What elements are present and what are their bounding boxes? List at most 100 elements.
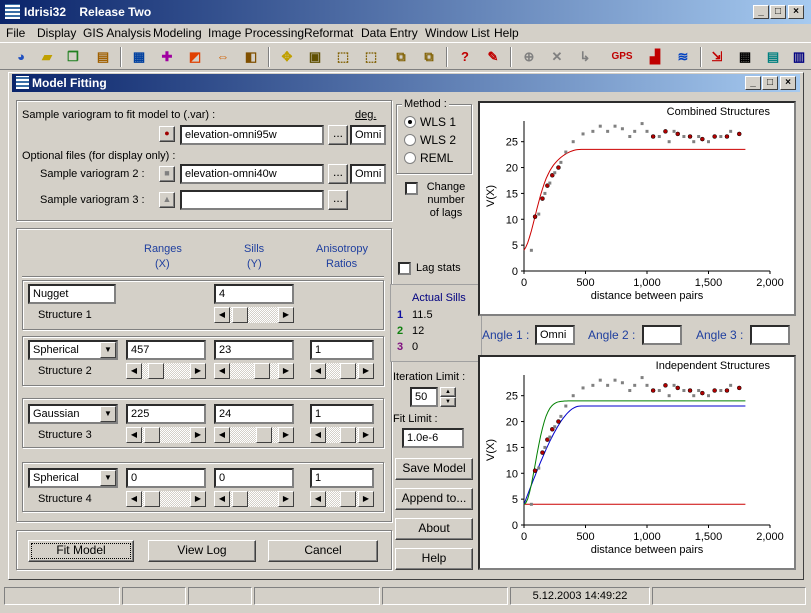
structure4-aniso-scrollbar[interactable]: ◀ ▶ [310,491,374,507]
menu-help[interactable]: Help [494,26,519,40]
menu-reformat[interactable]: Reformat [304,26,353,40]
menu-window-list[interactable]: Window List [425,26,490,40]
close-icon[interactable]: × [788,5,804,19]
maximize-icon[interactable]: □ [770,5,786,19]
overlay-icon[interactable]: ◧ [240,47,262,67]
dialog-maximize-icon[interactable]: □ [762,76,778,90]
structure4-aniso-input[interactable]: 1 [310,468,374,488]
arrow-icon[interactable]: ↳ [574,47,596,67]
structure3-sill-input[interactable]: 24 [214,404,294,424]
chevron-down-icon[interactable]: ▼ [100,342,116,358]
structure4-type-select[interactable]: Spherical ▼ [28,468,118,488]
structure3-aniso-scrollbar[interactable]: ◀ ▶ [310,427,374,443]
structure3-type-select[interactable]: Gaussian ▼ [28,404,118,424]
menu-modeling[interactable]: Modeling [153,26,202,40]
structure4-range-input[interactable]: 0 [126,468,206,488]
zoom-window-icon[interactable]: ✥ [276,47,298,67]
group-icon[interactable]: ⬚ [360,47,382,67]
wls1-radio[interactable] [404,116,416,128]
var1-input[interactable]: elevation-omni95w [180,125,324,145]
structure4-sill-scrollbar[interactable]: ◀ ▶ [214,491,294,507]
reml-radio[interactable] [404,152,416,164]
table-icon[interactable]: ▦ [734,47,756,67]
structure1-sill-input[interactable]: 4 [214,284,294,304]
about-button[interactable]: About [395,518,473,540]
structure4-range-scrollbar[interactable]: ◀ ▶ [126,491,206,507]
cancel-button[interactable]: Cancel [268,540,378,562]
waves-icon[interactable]: ≋ [672,47,694,67]
digitize-icon[interactable]: ✕ [546,47,568,67]
link-icon[interactable]: ⧉ [390,47,412,67]
chevron-down-icon[interactable]: ▼ [100,406,116,422]
palette-icon[interactable]: ◩ [184,47,206,67]
var2-input[interactable]: elevation-omni40w [180,164,324,184]
layers-icon[interactable]: ❐ [62,47,84,67]
save-model-button[interactable]: Save Model [395,458,473,480]
status-panel-7 [652,587,806,605]
header-divider [22,276,384,278]
structure3-range-scrollbar[interactable]: ◀ ▶ [126,427,206,443]
edit-icon[interactable]: ✎ [482,47,504,67]
select-icon[interactable]: ⬚ [332,47,354,67]
structure2-sill-input[interactable]: 23 [214,340,294,360]
gps-icon[interactable]: GPS [608,47,636,67]
structure4-sill-input[interactable]: 0 [214,468,294,488]
chevron-down-icon[interactable]: ▼ [100,470,116,486]
report-icon[interactable]: ▥ [788,47,810,67]
variogram1-point [687,388,693,393]
wls2-radio[interactable] [404,134,416,146]
lag-stats-checkbox[interactable] [398,262,411,275]
var3-color-button[interactable]: ▲ [159,192,175,208]
menu-data-entry[interactable]: Data Entry [361,26,418,40]
measure-icon[interactable]: ▣ [304,47,326,67]
dialog-minimize-icon[interactable]: _ [745,76,761,90]
database-icon[interactable]: ▤ [762,47,784,67]
append-to-button[interactable]: Append to... [395,488,473,510]
dialog-close-icon[interactable]: × [780,76,796,90]
window-icon[interactable]: ⧉ [418,47,440,67]
variogram2-point [692,140,696,144]
structure2-range-input[interactable]: 457 [126,340,206,360]
structure2-sill-scrollbar[interactable]: ◀ ▶ [214,363,294,379]
var2-color-button[interactable]: ■ [159,166,175,182]
var1-browse-button[interactable]: ... [328,125,348,145]
structure3-range-input[interactable]: 225 [126,404,206,424]
iteration-up-icon[interactable]: ▲ [440,387,456,397]
iteration-limit-input[interactable]: 50 [410,387,438,407]
iteration-down-icon[interactable]: ▼ [440,397,456,407]
minimize-icon[interactable]: _ [753,5,769,19]
add-layer-icon[interactable]: ✚ [156,47,178,67]
structure2-range-scrollbar[interactable]: ◀ ▶ [126,363,206,379]
query-icon[interactable]: ? [454,47,476,67]
sill2-value: 12 [412,325,425,337]
map-composer-icon[interactable]: ▦ [128,47,150,67]
structure2-aniso-scrollbar[interactable]: ◀ ▶ [310,363,374,379]
structure3-aniso-input[interactable]: 1 [310,404,374,424]
structure2-type-select[interactable]: Spherical ▼ [28,340,118,360]
import-icon[interactable]: ⇲ [706,47,728,67]
structure1-type-field[interactable]: Nugget [28,284,116,304]
fit-model-button[interactable]: Fit Model [28,540,134,562]
pan-icon[interactable]: ⇔ [212,47,234,67]
var3-browse-button[interactable]: ... [328,190,348,210]
structure1-sill-scrollbar[interactable]: ◀ ▶ [214,307,294,323]
variogram2-point [571,394,575,398]
help-button[interactable]: Help [395,548,473,570]
menu-display[interactable]: Display [37,26,76,40]
structure2-aniso-input[interactable]: 1 [310,340,374,360]
view-log-button[interactable]: View Log [148,540,256,562]
change-lags-checkbox[interactable] [405,182,418,195]
crosshair-icon[interactable]: ⊕ [518,47,540,67]
menu-image-processing[interactable]: Image Processing [208,26,304,40]
menu-file[interactable]: File [6,26,25,40]
metadata-icon[interactable]: ▤ [92,47,114,67]
open-folder-icon[interactable]: ▰ [36,47,58,67]
fit-limit-input[interactable]: 1.0e-6 [402,428,464,448]
var2-browse-button[interactable]: ... [328,164,348,184]
display-launcher-icon[interactable]: ◕ [10,47,32,67]
menu-gis-analysis[interactable]: GIS Analysis [83,26,151,40]
histogram-icon[interactable]: ▟ [644,47,666,67]
var1-color-button[interactable]: ● [159,126,175,142]
structure3-sill-scrollbar[interactable]: ◀ ▶ [214,427,294,443]
var3-input[interactable] [180,190,324,210]
